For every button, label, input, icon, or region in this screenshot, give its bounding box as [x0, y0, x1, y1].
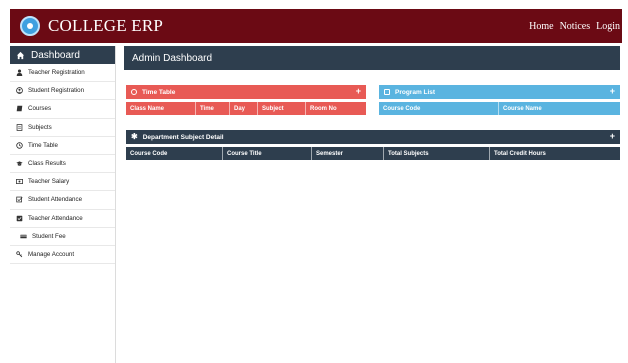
sidebar-item-teacher-registration[interactable]: Teacher Registration: [10, 64, 115, 83]
main-content: Admin Dashboard: [124, 46, 620, 70]
user-icon: [16, 69, 23, 77]
department-add-button[interactable]: +: [610, 131, 615, 141]
home-icon: [16, 51, 25, 59]
sidebar-item-class-results[interactable]: Class Results: [10, 155, 115, 174]
column-header: Course Code: [126, 147, 223, 160]
asterisk-icon: ✱: [131, 132, 138, 141]
top-nav-links: Home Notices Login: [523, 9, 620, 43]
sidebar-item-label: Class Results: [28, 160, 66, 168]
sidebar-item-label: Teacher Registration: [28, 69, 85, 77]
document-icon: [16, 123, 23, 131]
app-title: COLLEGE ERP: [48, 16, 164, 35]
clock-icon: [131, 89, 137, 95]
sidebar-dashboard-label: Dashboard: [31, 49, 80, 61]
column-header: Course Name: [503, 105, 542, 112]
department-panel-title: Department Subject Detail: [142, 133, 224, 141]
program-list-add-button[interactable]: +: [610, 86, 615, 96]
nav-login-link[interactable]: Login: [596, 21, 620, 32]
sidebar-item-label: Teacher Attendance: [28, 214, 83, 222]
sidebar-item-label: Student Fee: [32, 232, 66, 240]
program-list-columns: Course Code Course Name: [379, 102, 620, 115]
sidebar-item-subjects[interactable]: Subjects: [10, 119, 115, 137]
department-subject-panel: ✱ Department Subject Detail + Course Cod…: [126, 130, 620, 160]
book-icon: [16, 106, 23, 112]
sidebar-item-courses[interactable]: Courses: [10, 100, 115, 119]
sidebar-item-student-attendance[interactable]: Student Attendance: [10, 191, 115, 210]
sidebar-item-label: Student Registration: [28, 87, 85, 95]
sidebar-item-label: Courses: [28, 105, 52, 113]
nav-home-link[interactable]: Home: [529, 21, 553, 32]
sidebar-item-label: Teacher Salary: [28, 178, 70, 186]
department-panel-header: ✱ Department Subject Detail +: [126, 130, 620, 144]
column-header: Room No: [310, 105, 337, 112]
column-header: Total Subjects: [384, 147, 490, 160]
timetable-panel-title: Time Table: [142, 88, 176, 96]
column-header: Subject: [258, 102, 306, 115]
brand[interactable]: COLLEGE ERP: [20, 14, 163, 38]
column-header: Semester: [312, 147, 384, 160]
column-header: Class Name: [126, 102, 196, 115]
sidebar: Dashboard Teacher Registration Student R…: [10, 46, 116, 363]
column-header: Total Credit Hours: [494, 150, 546, 157]
top-navbar: COLLEGE ERP Home Notices Login: [10, 9, 622, 43]
check-square-icon: [16, 215, 23, 221]
sidebar-item-teacher-salary[interactable]: Teacher Salary: [10, 173, 115, 192]
program-list-panel: Program List + Course Code Course Name: [379, 85, 620, 115]
sidebar-item-label: Subjects: [28, 123, 52, 131]
sidebar-item-teacher-attendance[interactable]: Teacher Attendance: [10, 210, 115, 228]
department-columns: Course Code Course Title Semester Total …: [126, 147, 620, 160]
sidebar-item-student-fee[interactable]: Student Fee: [10, 228, 115, 246]
user-circle-icon: [16, 87, 23, 95]
money-icon: [16, 179, 23, 185]
column-header: Time: [196, 102, 230, 115]
page-title: Admin Dashboard: [124, 46, 620, 70]
timetable-add-button[interactable]: +: [356, 86, 361, 96]
sidebar-item-manage-account[interactable]: Manage Account: [10, 246, 115, 265]
sidebar-item-label: Manage Account: [28, 250, 75, 258]
timetable-panel: Time Table + Class Name Time Day Subject…: [126, 85, 366, 115]
graduation-cap-icon: [16, 161, 23, 166]
timetable-panel-header: Time Table +: [126, 85, 366, 99]
sidebar-item-time-table[interactable]: Time Table: [10, 137, 115, 155]
key-icon: [16, 251, 23, 258]
list-icon: [384, 89, 390, 95]
program-list-panel-title: Program List: [395, 88, 436, 96]
edit-check-icon: [16, 197, 23, 203]
column-header: Course Code: [379, 102, 499, 115]
program-list-panel-header: Program List +: [379, 85, 620, 99]
timetable-columns: Class Name Time Day Subject Room No: [126, 102, 366, 115]
clock-icon: [16, 142, 23, 149]
column-header: Day: [230, 102, 258, 115]
column-header: Course Title: [223, 147, 312, 160]
college-logo-icon: [20, 16, 40, 36]
sidebar-dashboard-link[interactable]: Dashboard: [10, 46, 115, 64]
credit-card-icon: [20, 234, 27, 239]
sidebar-item-student-registration[interactable]: Student Registration: [10, 82, 115, 101]
sidebar-item-label: Time Table: [28, 141, 58, 149]
nav-notices-link[interactable]: Notices: [560, 21, 591, 32]
sidebar-item-label: Student Attendance: [28, 196, 83, 204]
